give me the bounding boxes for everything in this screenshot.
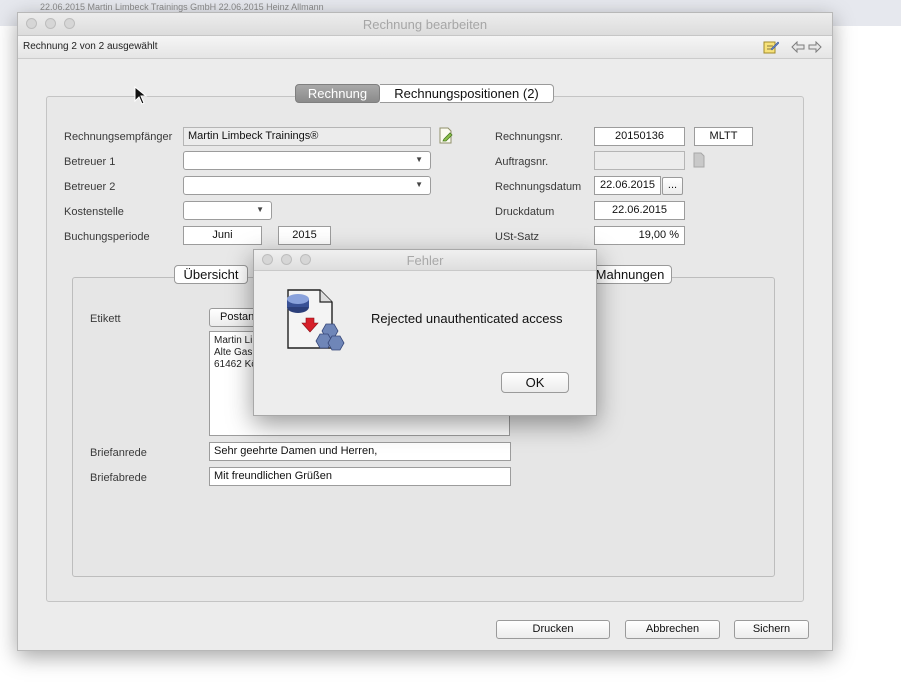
window-titlebar: Rechnung bearbeiten [18,13,832,36]
date-picker-button[interactable]: ... [662,177,683,195]
druckdatum-field[interactable]: 22.06.2015 [594,201,685,220]
chevron-down-icon: ▼ [256,205,264,214]
arrow-left-icon[interactable] [791,41,805,53]
ok-button[interactable]: OK [501,372,569,393]
selection-status: Rechnung 2 von 2 ausgewählt [23,41,158,52]
edit-document-icon[interactable] [438,127,454,144]
database-document-icon [287,289,345,351]
betreuer2-select[interactable]: ▼ [183,176,431,195]
briefabrede-label: Briefabrede [90,472,147,484]
arrow-right-icon[interactable] [808,41,822,53]
betreuer1-select[interactable]: ▼ [183,151,431,170]
kostenstelle-select[interactable]: ▼ [183,201,272,220]
background-strip-text: 22.06.2015 Martin Limbeck Trainings GmbH… [40,2,324,12]
window-title: Rechnung bearbeiten [362,17,488,32]
tab-rechnungspositionen[interactable]: Rechnungspositionen (2) [380,84,554,103]
dialog-titlebar: Fehler [254,250,596,271]
drucken-button[interactable]: Drucken [496,620,610,639]
kuerzel-field[interactable]: MLTT [694,127,753,146]
tab-rechnung[interactable]: Rechnung [295,84,380,103]
buchungsperiode-label: Buchungsperiode [64,231,150,243]
error-dialog: Fehler Rejected unauthenticated access O… [253,249,597,416]
tab-uebersicht[interactable]: Übersicht [174,265,248,284]
empfaenger-label: Rechnungsempfänger [64,131,173,143]
briefabrede-field[interactable]: Mit freundlichen Grüßen [209,467,511,486]
empfaenger-field[interactable]: Martin Limbeck Trainings® [183,127,431,146]
auftragsnr-field[interactable] [594,151,685,170]
buchungsperiode-month[interactable]: Juni [183,226,262,245]
chevron-down-icon: ▼ [415,180,423,189]
buchungsperiode-year[interactable]: 2015 [278,226,331,245]
sichern-button[interactable]: Sichern [734,620,809,639]
dialog-title: Fehler [406,253,444,268]
chevron-down-icon: ▼ [415,155,423,164]
note-pencil-icon[interactable] [763,39,779,55]
rechnungsnr-field[interactable]: 20150136 [594,127,685,146]
rechnungsdatum-label: Rechnungsdatum [495,181,582,193]
auftragsnr-label: Auftragsnr. [495,156,549,168]
selection-header: Rechnung 2 von 2 ausgewählt [18,36,832,59]
abbrechen-button[interactable]: Abbrechen [625,620,720,639]
document-icon[interactable] [692,152,706,169]
kostenstelle-label: Kostenstelle [64,206,124,218]
druckdatum-label: Druckdatum [495,206,555,218]
etikett-label: Etikett [90,313,121,325]
briefanrede-label: Briefanrede [90,447,147,459]
tab-mahnungen[interactable]: Mahnungen [588,265,672,284]
briefanrede-field[interactable]: Sehr geehrte Damen und Herren, [209,442,511,461]
ust-label: USt-Satz [495,231,540,243]
mouse-pointer-icon [134,86,148,105]
dialog-message: Rejected unauthenticated access [371,311,563,326]
rechnungsdatum-field[interactable]: 22.06.2015 [594,176,661,195]
betreuer2-label: Betreuer 2 [64,181,116,193]
rechnungsnr-label: Rechnungsnr. [495,131,563,143]
betreuer1-label: Betreuer 1 [64,156,116,168]
ust-field[interactable]: 19,00 % [594,226,685,245]
